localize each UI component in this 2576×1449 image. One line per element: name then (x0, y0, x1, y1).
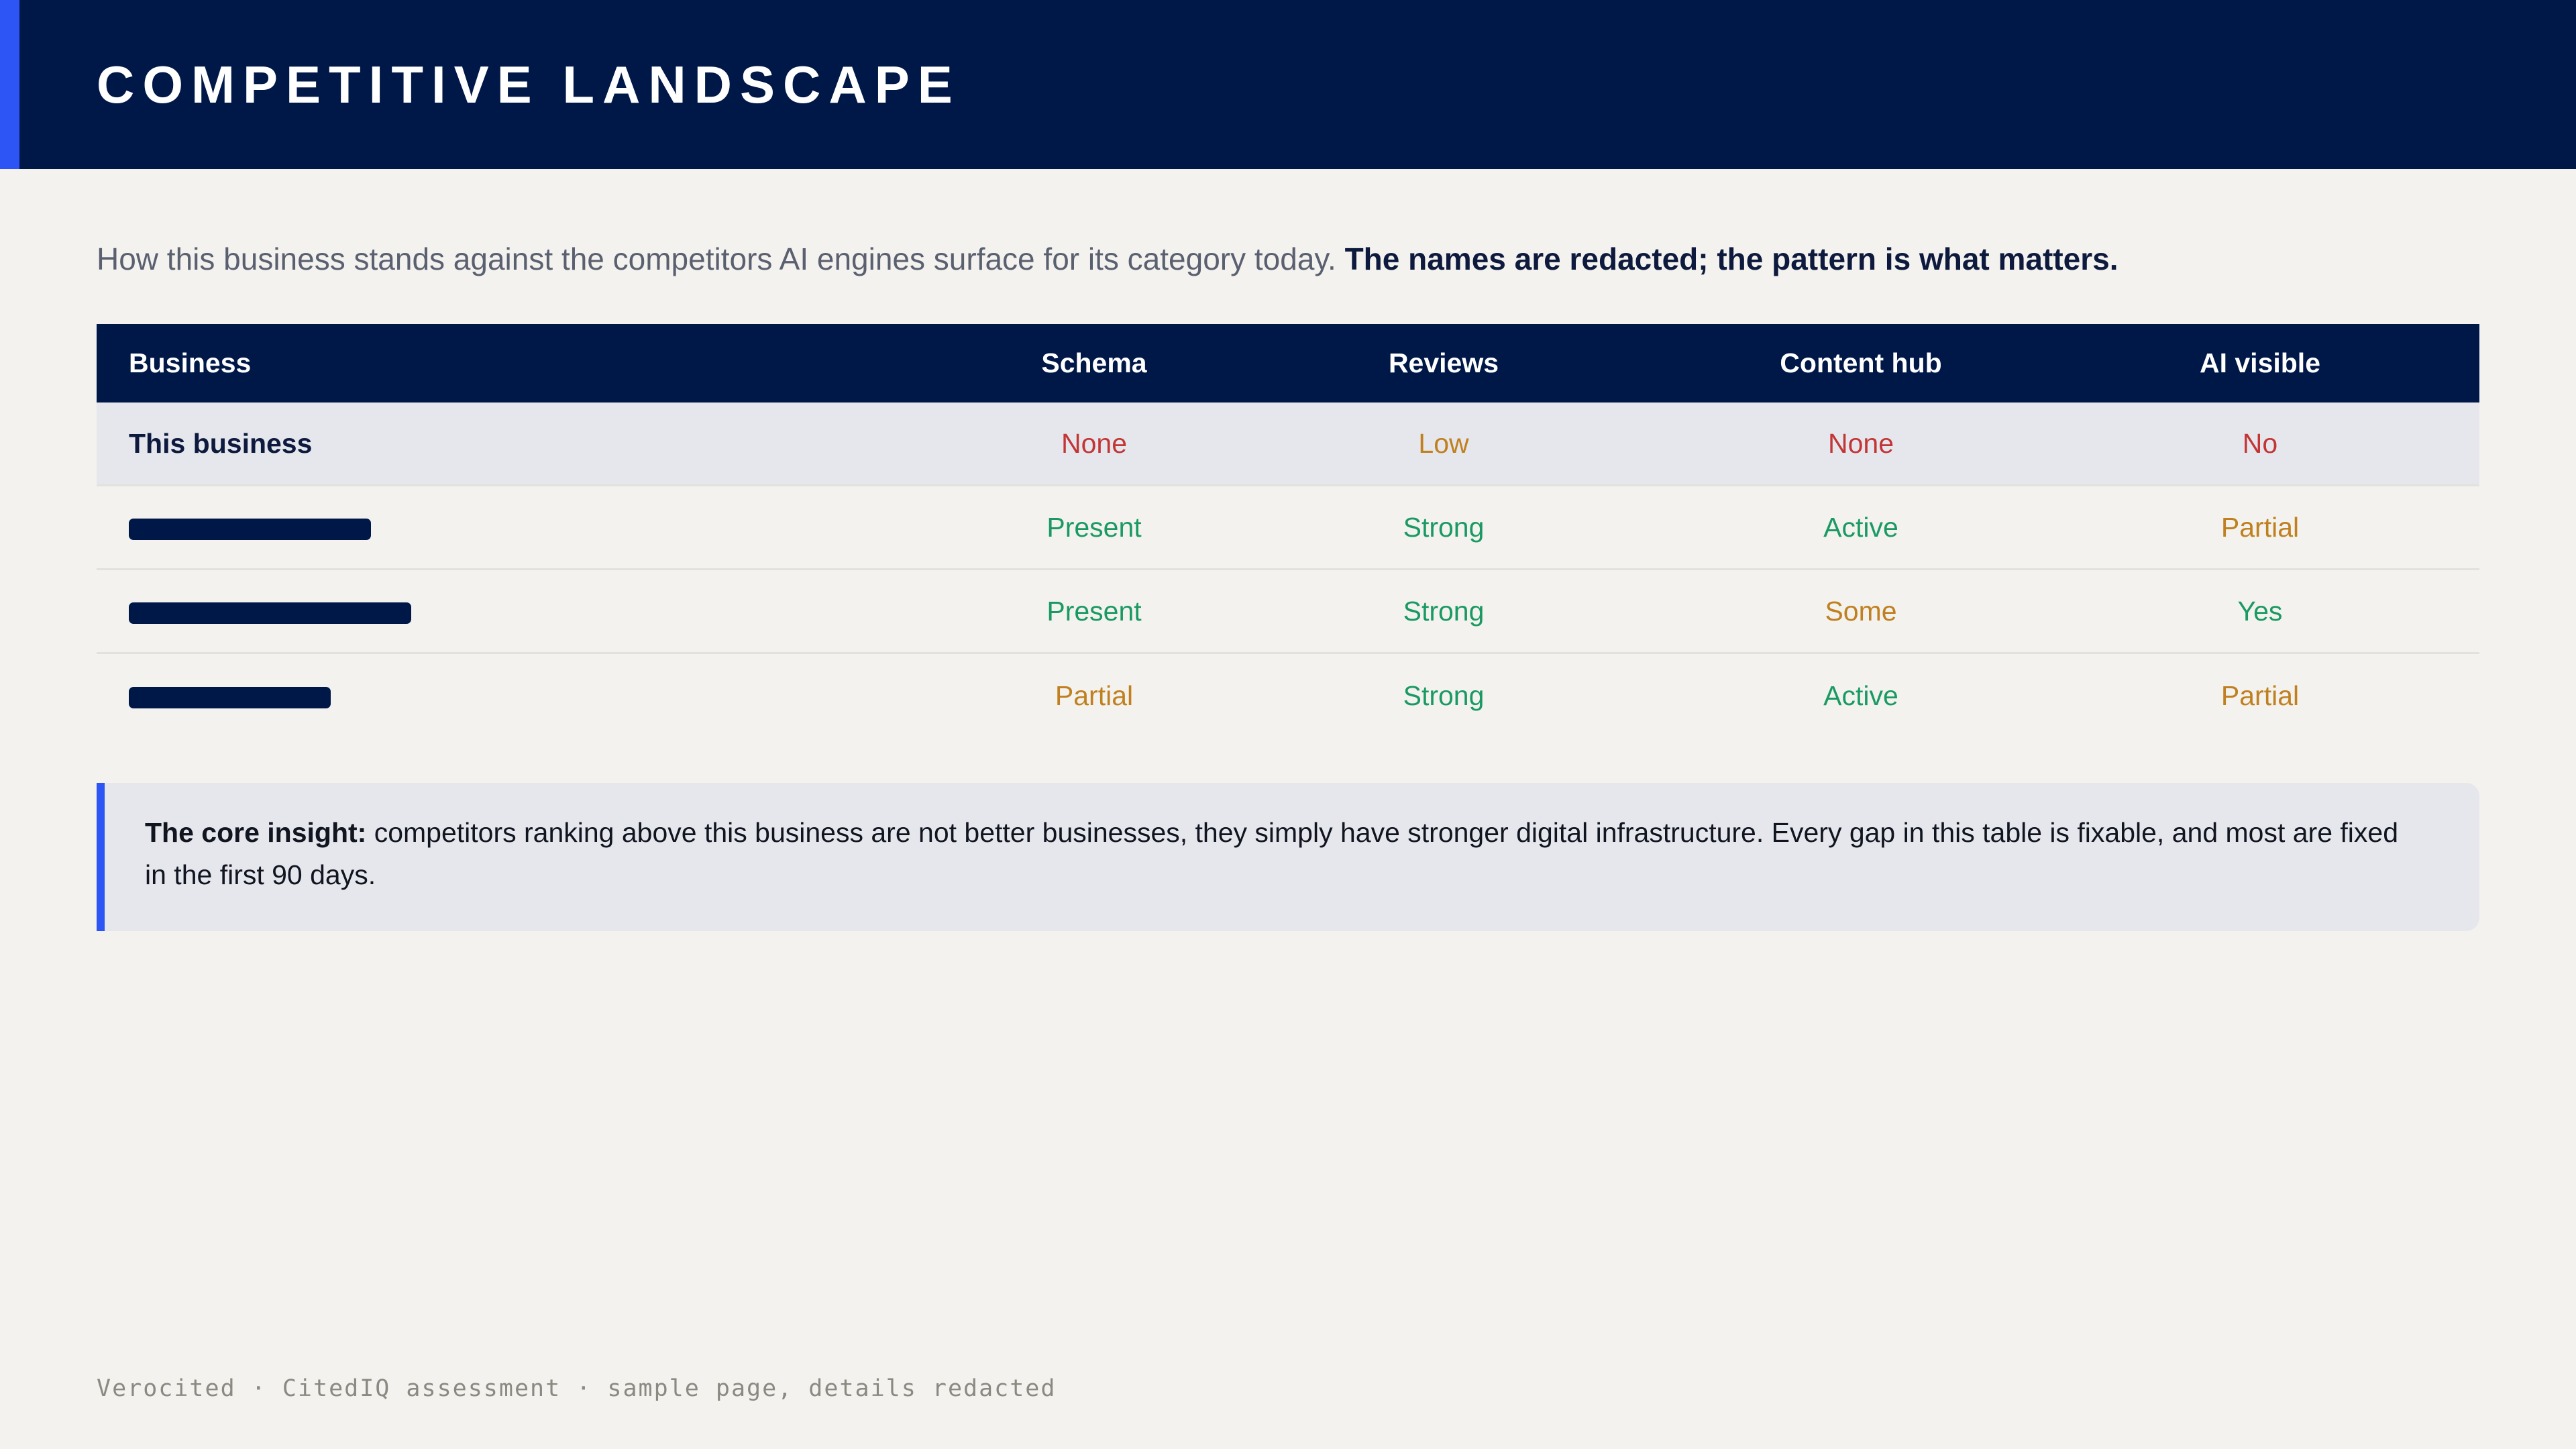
schema-cell: Present (1046, 595, 1142, 627)
redacted-name-bar (129, 518, 371, 540)
column-header-business: Business (129, 347, 252, 378)
reviews-cell: Strong (1403, 680, 1485, 711)
schema-cell: Present (1046, 511, 1142, 543)
intro-text: How this business stands against the com… (97, 241, 1345, 276)
insight-text: competitors ranking above this business … (145, 817, 2399, 890)
schema-cell: Partial (1055, 680, 1134, 711)
business-cell (97, 596, 982, 627)
insight-callout: The core insight: competitors ranking ab… (97, 783, 2479, 931)
schema-cell: None (1061, 427, 1127, 459)
content-hub-cell: Some (1825, 595, 1897, 627)
column-header-reviews: Reviews (1388, 347, 1499, 378)
redacted-name-bar (129, 687, 331, 709)
table-row: Present Strong Active Partial (97, 486, 2479, 570)
column-header-schema: Schema (1041, 347, 1147, 378)
column-header-ai-visible: AI visible (2199, 347, 2320, 378)
column-header-content-hub: Content hub (1780, 347, 1942, 378)
competitor-table: Business Schema Reviews Content hub AI v… (97, 324, 2479, 738)
ai-visible-cell: Partial (2220, 511, 2300, 543)
table-row: Present Strong Some Yes (97, 570, 2479, 654)
content-hub-cell: Active (1823, 680, 1898, 711)
table-row: Partial Strong Active Partial (97, 654, 2479, 738)
header-accent-bar (0, 0, 19, 169)
business-cell: This business (97, 428, 982, 460)
reviews-cell: Low (1418, 427, 1469, 459)
redacted-name-bar (129, 602, 411, 624)
intro-paragraph: How this business stands against the com… (97, 240, 2485, 278)
reviews-cell: Strong (1403, 595, 1485, 627)
business-name: This business (129, 427, 313, 459)
content-hub-cell: Active (1823, 511, 1898, 543)
page-header: COMPETITIVE LANDSCAPE (0, 0, 2576, 169)
ai-visible-cell: Yes (2237, 595, 2283, 627)
page-title: COMPETITIVE LANDSCAPE (97, 55, 961, 114)
ai-visible-cell: Partial (2220, 680, 2300, 711)
content-hub-cell: None (1827, 427, 1894, 459)
intro-emphasis: The names are redacted; the pattern is w… (1344, 241, 2118, 276)
table-header: Business Schema Reviews Content hub AI v… (97, 324, 2479, 402)
page-footer: Verocited · CitedIQ assessment · sample … (97, 1375, 1057, 1402)
business-cell (97, 512, 982, 543)
business-cell (97, 680, 982, 712)
ai-visible-cell: No (2242, 427, 2278, 459)
reviews-cell: Strong (1403, 511, 1485, 543)
table-row: This business None Low None No (97, 402, 2479, 486)
insight-lead: The core insight: (145, 817, 367, 848)
insight-accent-bar (97, 783, 105, 931)
